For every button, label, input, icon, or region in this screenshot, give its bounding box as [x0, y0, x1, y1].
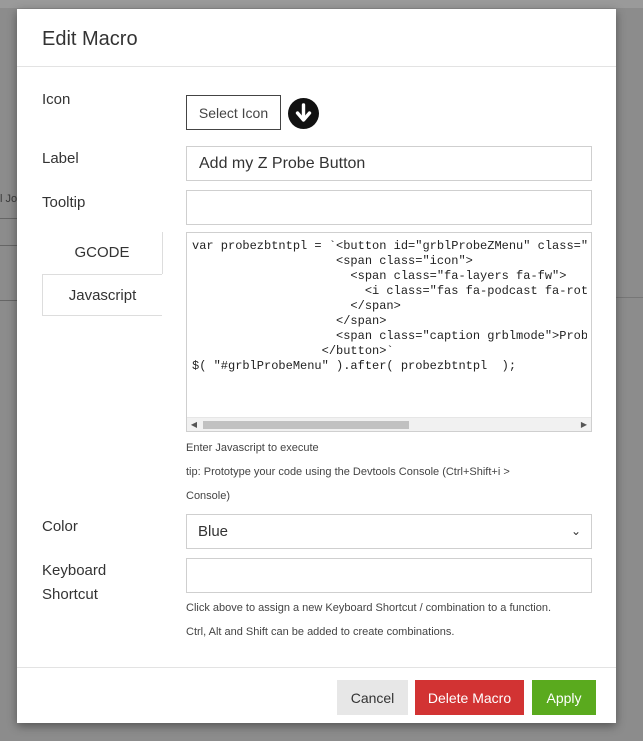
keyboard-shortcut-label: Keyboard	[42, 562, 107, 579]
select-icon-button[interactable]: Select Icon	[186, 95, 281, 130]
tab-javascript[interactable]: Javascript	[42, 274, 162, 316]
background-topbar	[0, 0, 643, 8]
code-line: </button>`	[192, 344, 394, 358]
code-line: <span class="caption grblmode">Probe Z	[192, 329, 587, 343]
color-select-value: Blue	[198, 523, 229, 540]
edit-macro-dialog: Edit Macro Icon Select Icon Label Toolti…	[17, 9, 616, 723]
modal-header: Edit Macro	[17, 9, 616, 67]
label-input[interactable]	[186, 146, 592, 181]
keyboard-shortcut-input[interactable]	[186, 558, 592, 593]
tooltip-input[interactable]	[186, 190, 592, 225]
code-line: <span class="icon">	[192, 254, 473, 268]
scrollbar-thumb[interactable]	[203, 421, 409, 429]
modal-footer: Cancel Delete Macro Apply	[17, 667, 616, 723]
code-editor[interactable]: var probezbtntpl = `<button id="grblProb…	[186, 232, 592, 432]
label-label: Label	[42, 150, 79, 167]
cancel-button[interactable]: Cancel	[337, 680, 408, 715]
background-divider-right	[616, 297, 643, 298]
chevron-down-icon: ⌄	[570, 524, 581, 538]
tab-gcode[interactable]: GCODE	[42, 232, 162, 274]
background-text: l Jo	[0, 193, 18, 205]
scroll-right-icon[interactable]: ▶	[579, 420, 589, 430]
scroll-left-icon[interactable]: ◀	[189, 420, 199, 430]
apply-button[interactable]: Apply	[532, 680, 596, 715]
tooltip-label: Tooltip	[42, 194, 86, 211]
code-line: </span>	[192, 299, 401, 313]
code-line: var probezbtntpl = `<button id="grblProb…	[192, 239, 587, 253]
js-tip-text-continued: Console)	[186, 490, 231, 502]
color-label: Color	[42, 518, 78, 535]
code-line: <i class="fas fa-podcast fa-rotate	[192, 284, 587, 298]
arrow-down-circle-icon	[288, 98, 319, 129]
js-help-text: Enter Javascript to execute	[186, 442, 319, 454]
code-line: </span>	[192, 314, 387, 328]
icon-label: Icon	[42, 91, 71, 108]
shortcut-help-text-2: Ctrl, Alt and Shift can be added to crea…	[186, 626, 455, 638]
code-content[interactable]: var probezbtntpl = `<button id="grblProb…	[187, 233, 587, 411]
shortcut-help-text: Click above to assign a new Keyboard Sho…	[186, 602, 552, 614]
keyboard-shortcut-label-line2: Shortcut	[42, 586, 98, 603]
background-box	[0, 218, 18, 246]
modal-title: Edit Macro	[42, 28, 138, 50]
code-line: $( "#grblProbeMenu" ).after( probezbtntp…	[192, 359, 517, 373]
delete-macro-button[interactable]: Delete Macro	[415, 680, 524, 715]
background-divider	[0, 300, 18, 301]
js-tip-text: tip: Prototype your code using the Devto…	[186, 466, 510, 478]
color-select[interactable]: Blue ⌄	[186, 514, 592, 549]
horizontal-scrollbar[interactable]: ◀ ▶	[187, 417, 591, 431]
tab-divider	[162, 232, 163, 274]
code-line: <span class="fa-layers fa-fw">	[192, 269, 567, 283]
